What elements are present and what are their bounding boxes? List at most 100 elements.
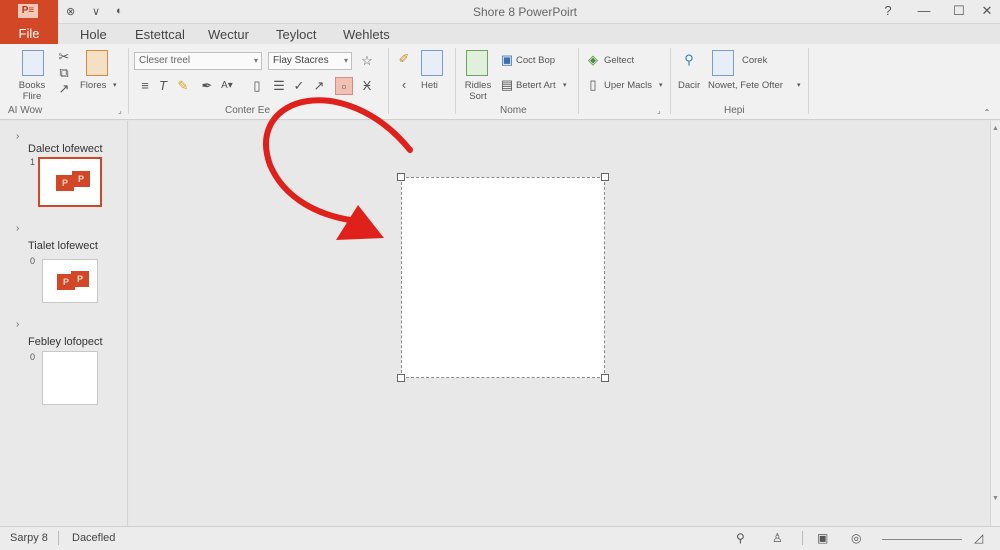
group-label-slides: AI Wow [8,105,43,116]
powerpoint-logo-icon: P≡ [18,4,38,18]
bold-icon[interactable]: ≡ [136,77,154,95]
tab-insert[interactable]: Estettcal [135,27,185,42]
slide-number-3: 0 [30,352,36,362]
flores-button-label[interactable]: Flores [80,80,106,91]
chevron-down-icon[interactable]: ▾ [659,81,663,89]
slide-count-status[interactable]: Sarpy 8 [10,532,48,544]
status-bar: Sarpy 8 Dacefled ⚲ ♙ ▣ ◎ ◿ [0,526,1000,550]
powerpoint-icon: P [72,171,90,187]
slide-thumbnail-pane: › Dalect lofewect 1 P P › Tialet lofewec… [0,121,128,526]
window-title: Shore 8 PowerPoirt [472,5,578,19]
books-button-label[interactable]: Books Flire [15,80,49,102]
close-button[interactable]: ✕ [977,3,997,19]
betert-art-label[interactable]: Betert Art [516,80,556,91]
notes-icon[interactable]: ⚲ [736,531,745,545]
slide-number-1: 1 [30,157,36,167]
star-icon[interactable]: ☆ [358,52,376,70]
pen-icon[interactable]: ✒ [198,77,216,95]
slide-thumbnail-1[interactable]: P P [38,157,102,207]
copy-bop-icon[interactable]: ▣ [498,51,516,69]
coct-bop-label[interactable]: Coct Bop [516,55,555,66]
minimize-button[interactable]: — [914,3,934,18]
comments-icon[interactable]: ♙ [772,531,783,545]
shape-icon[interactable]: ▯ [248,77,266,95]
nowet-label[interactable]: Nowet, Fete Ofter [708,80,783,91]
maximize-button[interactable]: ☐ [949,3,969,19]
chevron-right-icon[interactable]: › [16,131,19,142]
link-icon[interactable]: ⚲ [680,51,698,69]
chevron-down-icon: ▾ [253,56,258,65]
slide-title-3: Febley lofopect [28,336,103,348]
zoom-slider[interactable] [882,539,962,540]
group-divider [578,48,579,114]
collapse-ribbon-icon[interactable]: ⌃ [978,104,996,122]
current-slide[interactable] [397,173,609,382]
group-divider [128,48,129,114]
font-size-icon[interactable]: A▾ [218,77,236,95]
quick-access-icon-1[interactable]: ⊗ [66,5,75,18]
font-name-value: Cleser treel [139,55,191,66]
group-launcher-icon[interactable]: ⌟ [657,106,661,115]
accessibility-status[interactable]: Dacefled [72,532,115,544]
tab-design[interactable]: Wectur [208,27,249,42]
page-icon[interactable]: ▯ [584,76,602,94]
font-style-select[interactable]: Flay Stacres ▾ [268,52,352,70]
resize-handle[interactable] [397,173,405,181]
selected-tool-icon[interactable]: ▫ [335,77,353,95]
uper-macls-label[interactable]: Uper Macls [604,80,652,91]
format-painter-icon[interactable]: ↗ [55,80,73,98]
scroll-down-icon[interactable]: ▼ [992,495,999,502]
chevron-down-icon[interactable]: ▾ [797,81,801,89]
select-icon[interactable]: ◈ [584,51,602,69]
chevron-right-icon[interactable]: › [16,319,19,330]
font-name-select[interactable]: Cleser treel ▾ [134,52,262,70]
powerpoint-icon: P [71,271,89,287]
highlight-icon[interactable]: ✎ [174,77,192,95]
tab-file[interactable]: File [0,24,58,44]
check-icon[interactable]: ✓ [290,77,308,95]
sort-icon[interactable] [466,50,488,76]
tab-transitions[interactable]: Teyloct [276,27,316,42]
tab-home[interactable]: Hole [80,27,107,42]
pencil-icon[interactable]: ✐ [395,50,413,68]
heti-button-label[interactable]: Heti [421,80,438,91]
ridles-sort-label[interactable]: Ridles Sort [461,80,495,102]
vertical-scrollbar[interactable]: ▲ ▼ [990,121,1000,526]
resize-handle[interactable] [601,374,609,382]
new-slide-icon[interactable] [22,50,44,76]
group-label-name: Nome [500,105,527,116]
document-icon[interactable] [712,50,734,76]
chevron-right-icon[interactable]: › [16,223,19,234]
slide-thumbnail-2[interactable]: P P [42,259,98,303]
chevron-down-icon: ▾ [343,56,348,65]
slide-thumbnail-3[interactable] [42,351,98,405]
slideshow-icon[interactable]: ◎ [851,531,861,545]
resize-handle[interactable] [397,374,405,382]
tab-animations[interactable]: Wehlets [343,27,390,42]
dacir-label[interactable]: Dacir [678,80,700,91]
geltect-label[interactable]: Geltect [604,55,634,66]
notes-icon[interactable] [421,50,443,76]
clear-format-icon[interactable]: Ӿ [358,77,376,95]
group-label-help: Hepi [724,105,745,116]
art-icon[interactable]: ▤ [498,76,516,94]
chevron-left-icon[interactable]: ‹ [395,76,413,94]
normal-view-icon[interactable]: ▣ [817,531,828,545]
resize-handle[interactable] [601,173,609,181]
slide-title-1: Dalect lofewect [28,143,103,155]
layout-icon[interactable] [86,50,108,76]
scroll-up-icon[interactable]: ▲ [992,125,999,132]
slide-number-2: 0 [30,256,36,266]
arrow-icon[interactable]: ↗ [310,77,328,95]
corek-label[interactable]: Corek [742,55,767,66]
italic-icon[interactable]: T [154,77,172,95]
chevron-down-icon[interactable]: ▾ [563,81,567,89]
fit-to-window-icon[interactable]: ◿ [974,531,983,545]
quick-access-icon-3[interactable]: ◐ [116,5,123,17]
align-icon[interactable]: ☰ [270,77,288,95]
status-divider [802,531,803,545]
chevron-down-icon[interactable]: ▾ [113,81,117,89]
group-launcher-icon[interactable]: ⌟ [118,106,122,115]
help-icon[interactable]: ? [878,3,898,18]
quick-access-icon-2[interactable]: ∨ [92,5,100,18]
